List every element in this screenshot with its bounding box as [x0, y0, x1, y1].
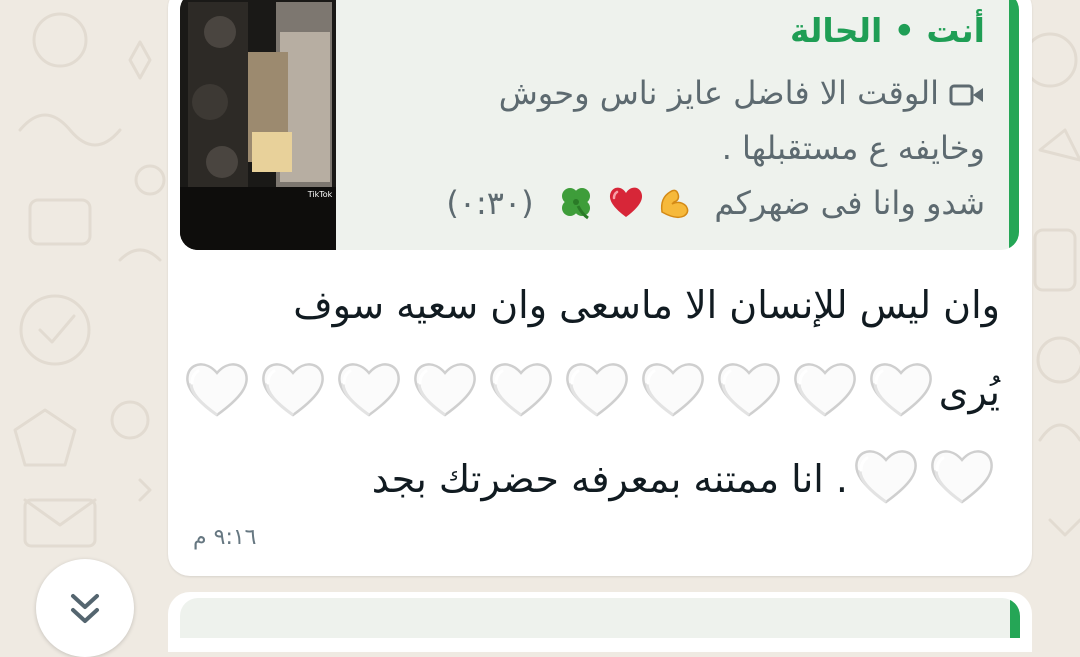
white-heart-icon [489, 363, 552, 417]
status-video-thumbnail[interactable]: TikTok [180, 0, 336, 250]
video-duration: (٠:٣٠) [446, 184, 534, 222]
quoted-caption: الوقت الا فاضل عايز ناس وحوش وخايفه ع مس… [352, 66, 985, 231]
message-timestamp: ٩:١٦ م [193, 525, 257, 550]
white-heart-icon [793, 363, 856, 417]
white-heart-icon [869, 363, 932, 417]
white-heart-icon [565, 363, 628, 417]
quoted-sender-title: أنت • الحالة [790, 14, 985, 47]
red-heart-icon [609, 187, 643, 217]
white-heart-icon [855, 450, 917, 504]
tiktok-watermark: TikTok [307, 190, 333, 199]
white-heart-icon [337, 363, 400, 417]
message-line-1: وان ليس للإنسان الا ماسعى وان سعيه سوف [293, 283, 1000, 327]
heart-row [179, 363, 939, 417]
message-word: يُرى [938, 370, 1000, 414]
white-heart-icon [185, 363, 248, 417]
caption-line-1: الوقت الا فاضل عايز ناس وحوش [498, 74, 939, 112]
title-separator: • [893, 11, 915, 50]
four-leaf-clover-icon [561, 188, 590, 220]
white-heart-icon [641, 363, 704, 417]
message-text: وان ليس للإنسان الا ماسعى وان سعيه سوف ي… [185, 262, 1000, 523]
heart-row [848, 450, 1000, 504]
white-heart-icon [413, 363, 476, 417]
white-heart-icon [931, 450, 993, 504]
next-quoted-status[interactable] [180, 598, 1020, 638]
flexed-biceps-icon [661, 189, 689, 219]
quoted-sender: أنت [926, 11, 985, 50]
quoted-status[interactable]: TikTok أنت • الحالة الوقت الا فاضل عايز … [180, 0, 1019, 250]
chevron-double-down-icon [71, 594, 99, 623]
white-heart-icon [717, 363, 780, 417]
video-camera-icon [949, 84, 983, 106]
caption-line-2: وخايفه ع مستقبلها . [721, 129, 985, 167]
quoted-label: الحالة [789, 11, 883, 50]
quote-accent-bar [1009, 0, 1019, 250]
message-line-3-text: . انا ممتنه بمعرفه حضرتك بجد [371, 457, 848, 501]
caption-line-3: شدو وانا فى ضهركم [714, 184, 985, 222]
message-line-2: يُرى [185, 349, 1000, 436]
thumbnail-image: TikTok [180, 0, 336, 250]
white-heart-icon [261, 363, 324, 417]
message-line-3: . انا ممتنه بمعرفه حضرتك بجد [196, 436, 1000, 523]
quote-accent-bar [1010, 598, 1020, 638]
scroll-to-bottom-button[interactable] [36, 559, 134, 657]
